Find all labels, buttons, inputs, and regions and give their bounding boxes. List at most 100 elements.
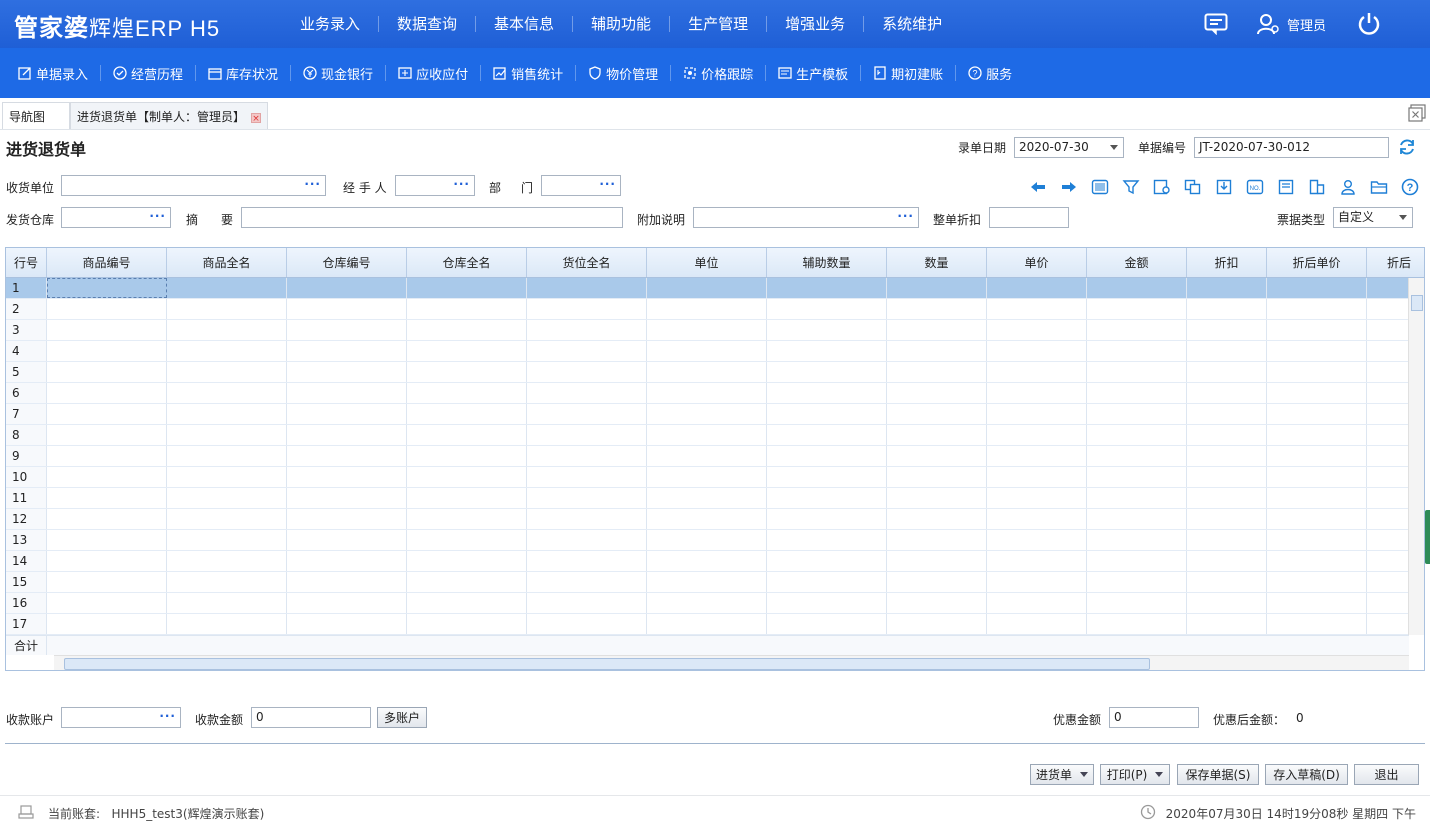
grid-cell[interactable] bbox=[287, 614, 407, 634]
vertical-scroll-thumb[interactable] bbox=[1411, 295, 1423, 311]
grid-cell[interactable] bbox=[527, 530, 647, 550]
print-button[interactable]: 打印(P) bbox=[1100, 764, 1170, 785]
grid-cell[interactable] bbox=[287, 341, 407, 361]
docno-field[interactable]: JT-2020-07-30-012 bbox=[1194, 137, 1389, 158]
grid-cell[interactable] bbox=[167, 299, 287, 319]
close-all-tabs-icon[interactable] bbox=[1408, 104, 1426, 122]
grid-cell[interactable] bbox=[647, 341, 767, 361]
grid-cell[interactable] bbox=[527, 572, 647, 592]
grid-cell[interactable] bbox=[407, 551, 527, 571]
quick-nav-item[interactable]: 物价管理 bbox=[576, 65, 672, 83]
col-header[interactable]: 金额 bbox=[1087, 248, 1187, 277]
grid-cell[interactable] bbox=[647, 446, 767, 466]
power-icon[interactable] bbox=[1356, 11, 1382, 37]
grid-cell[interactable] bbox=[887, 446, 987, 466]
grid-cell[interactable] bbox=[1267, 593, 1367, 613]
arrow-left-icon[interactable] bbox=[1022, 176, 1053, 198]
col-header[interactable]: 折扣 bbox=[1187, 248, 1267, 277]
grid-cell[interactable] bbox=[527, 509, 647, 529]
grid-cell[interactable] bbox=[647, 278, 767, 298]
table-row[interactable]: 17 bbox=[6, 614, 1409, 635]
grid-cell[interactable] bbox=[287, 509, 407, 529]
grid-cell[interactable] bbox=[887, 299, 987, 319]
date-field[interactable]: 2020-07-30 bbox=[1014, 137, 1124, 158]
col-header[interactable]: 折后 bbox=[1367, 248, 1424, 277]
tab-purchase-return[interactable]: 进货退货单【制单人：管理员】 × bbox=[70, 102, 268, 129]
col-header[interactable]: 单位 bbox=[647, 248, 767, 277]
col-header[interactable]: 仓库编号 bbox=[287, 248, 407, 277]
grid-cell[interactable] bbox=[1187, 446, 1267, 466]
user-icon[interactable] bbox=[1332, 176, 1363, 198]
chevron-down-icon[interactable] bbox=[1110, 145, 1118, 150]
grid-cell[interactable] bbox=[1187, 509, 1267, 529]
quick-nav-item[interactable]: 库存状况 bbox=[196, 65, 292, 83]
grid-cell[interactable] bbox=[1187, 341, 1267, 361]
quick-nav-item[interactable]: 单据录入 bbox=[6, 65, 102, 83]
grid-cell[interactable] bbox=[167, 341, 287, 361]
grid-cell[interactable] bbox=[1087, 593, 1187, 613]
grid-cell[interactable] bbox=[167, 362, 287, 382]
grid-cell[interactable] bbox=[987, 509, 1087, 529]
grid-cell[interactable] bbox=[647, 551, 767, 571]
grid-cell[interactable] bbox=[987, 278, 1087, 298]
grid-cell[interactable] bbox=[1187, 362, 1267, 382]
grid-cell[interactable] bbox=[47, 488, 167, 508]
grid-cell[interactable] bbox=[1087, 488, 1187, 508]
chevron-down-icon[interactable] bbox=[1399, 215, 1407, 220]
grid-cell[interactable] bbox=[407, 341, 527, 361]
save-button[interactable]: 保存单据(S) bbox=[1177, 764, 1259, 785]
grid-cell[interactable] bbox=[287, 299, 407, 319]
grid-cell[interactable] bbox=[167, 383, 287, 403]
grid-cell[interactable] bbox=[767, 341, 887, 361]
purchase-button[interactable]: 进货单 bbox=[1030, 764, 1094, 785]
col-header[interactable]: 商品全名 bbox=[167, 248, 287, 277]
grid-cell[interactable] bbox=[1087, 551, 1187, 571]
grid-cell[interactable] bbox=[167, 530, 287, 550]
col-header[interactable]: 货位全名 bbox=[527, 248, 647, 277]
table-row[interactable]: 5 bbox=[6, 362, 1409, 383]
grid-cell[interactable] bbox=[647, 299, 767, 319]
grid-cell[interactable] bbox=[767, 530, 887, 550]
grid-cell[interactable] bbox=[767, 488, 887, 508]
grid-cell[interactable] bbox=[287, 320, 407, 340]
tab-nav[interactable]: 导航图 bbox=[2, 102, 70, 129]
grid-cell[interactable] bbox=[1087, 362, 1187, 382]
grid-cell[interactable] bbox=[987, 299, 1087, 319]
quick-nav-item[interactable]: 应收应付 bbox=[386, 65, 482, 83]
grid-cell[interactable] bbox=[167, 572, 287, 592]
arrow-right-icon[interactable] bbox=[1053, 176, 1084, 198]
grid-cell[interactable] bbox=[47, 278, 167, 298]
grid-cell[interactable] bbox=[887, 362, 987, 382]
grid-cell[interactable] bbox=[887, 551, 987, 571]
grid-cell[interactable] bbox=[1087, 383, 1187, 403]
main-nav-item[interactable]: 数据查询 bbox=[379, 16, 477, 32]
col-header[interactable]: 仓库全名 bbox=[407, 248, 527, 277]
grid-cell[interactable] bbox=[987, 488, 1087, 508]
grid-cell[interactable] bbox=[1087, 446, 1187, 466]
grid-cell[interactable] bbox=[167, 593, 287, 613]
table-row[interactable]: 1 bbox=[6, 278, 1409, 299]
table-row[interactable]: 12 bbox=[6, 509, 1409, 530]
grid-cell[interactable] bbox=[1267, 488, 1367, 508]
horizontal-scrollbar[interactable] bbox=[54, 655, 1409, 670]
grid-cell[interactable] bbox=[1187, 320, 1267, 340]
grid-cell[interactable] bbox=[527, 278, 647, 298]
user-name[interactable]: 管理员 bbox=[1287, 15, 1326, 34]
grid-cell[interactable] bbox=[987, 341, 1087, 361]
grid-cell[interactable] bbox=[527, 362, 647, 382]
grid-cell[interactable] bbox=[1187, 383, 1267, 403]
grid-cell[interactable] bbox=[287, 404, 407, 424]
grid-cell[interactable] bbox=[47, 341, 167, 361]
grid-cell[interactable] bbox=[527, 299, 647, 319]
grid-cell[interactable] bbox=[527, 593, 647, 613]
grid-cell[interactable] bbox=[1087, 425, 1187, 445]
barcode-icon[interactable] bbox=[1084, 176, 1115, 198]
grid-cell[interactable] bbox=[887, 341, 987, 361]
settings-doc-icon[interactable] bbox=[1146, 176, 1177, 198]
grid-cell[interactable] bbox=[987, 383, 1087, 403]
grid-cell[interactable] bbox=[407, 593, 527, 613]
grid-cell[interactable] bbox=[1187, 530, 1267, 550]
grid-cell[interactable] bbox=[47, 551, 167, 571]
table-row[interactable]: 4 bbox=[6, 341, 1409, 362]
receiver-field[interactable]: ··· bbox=[61, 175, 326, 196]
